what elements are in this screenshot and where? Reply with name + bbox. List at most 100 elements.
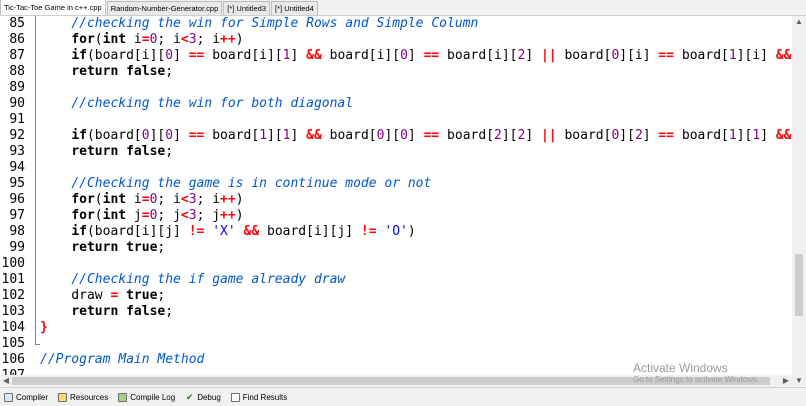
tab-compiler[interactable]: Compiler	[0, 390, 52, 405]
tab-untitled4[interactable]: [*] Untitled4	[271, 1, 318, 15]
code-token: i	[141, 48, 150, 63]
code-token: 0	[165, 48, 174, 63]
scroll-right-arrow-icon[interactable]: ▶	[780, 375, 792, 387]
code-token: ]	[760, 128, 776, 143]
code-line: //checking the win for both diagonal	[40, 96, 792, 112]
code-token: (	[94, 32, 103, 47]
code-token: ;	[165, 144, 174, 159]
tab-random-number-generator[interactable]: Random-Number-Generator.cpp	[106, 1, 223, 15]
code-line: draw = true;	[40, 288, 792, 304]
code-line: if(board[i][0] == board[i][1] && board[i…	[40, 48, 792, 64]
tab-compile-log-label: Compile Log	[130, 392, 176, 402]
code-token: ]	[407, 128, 424, 143]
line-number: 97	[9, 208, 25, 223]
code-token: ][	[501, 128, 518, 143]
line-number: 98	[9, 224, 25, 239]
code-line: for(int i=0; i<3; i++)	[40, 32, 792, 48]
code-token: return	[71, 304, 119, 319]
code-token: 1	[259, 128, 268, 143]
line-number: 86	[9, 32, 25, 47]
code-token: 0	[165, 128, 174, 143]
code-token: ]	[407, 48, 424, 63]
tab-untitled3[interactable]: [*] Untitled3	[223, 1, 271, 15]
code-token: ]	[290, 128, 307, 143]
line-number: 101	[1, 272, 25, 287]
code-token: ||	[541, 128, 557, 143]
code-token: 0	[400, 48, 408, 63]
code-token: ++	[220, 32, 236, 47]
code-token: 3	[188, 208, 197, 223]
code-token: //checking the win for Simple Rows and S…	[71, 16, 479, 31]
line-number: 100	[1, 256, 25, 271]
horizontal-scrollbar[interactable]: ◀ ▶	[0, 375, 792, 387]
code-token: return	[71, 64, 119, 79]
tab-find-results-label: Find Results	[242, 392, 288, 402]
horizontal-scroll-thumb[interactable]	[12, 377, 770, 385]
code-token: ]	[173, 48, 189, 63]
code-token: ][i]	[619, 48, 659, 63]
tab-resources[interactable]: Resources	[54, 390, 112, 405]
code-token: <	[180, 192, 189, 207]
line-number: 92	[9, 128, 25, 143]
line-number-gutter: 85 86 87 88 89 90 91 92 93 94 95 96 97 98 99 100 101 102 1…	[0, 16, 33, 375]
code-token: ; i	[157, 192, 181, 207]
tab-debug[interactable]: ✔ Debug	[181, 390, 225, 405]
code-token: true	[126, 288, 158, 303]
code-token: 1	[282, 128, 291, 143]
code-token: ][	[149, 128, 166, 143]
code-token: &&	[306, 48, 322, 63]
code-token: 'O'	[384, 224, 408, 239]
code-token: ;	[165, 304, 174, 319]
tab-find-results[interactable]: Find Results	[227, 390, 291, 405]
line-number: 107	[0, 368, 25, 375]
line-number: 85	[9, 16, 25, 31]
code-token: 2	[634, 128, 643, 143]
code-token: board[i][	[321, 48, 401, 63]
line-number: 106	[1, 352, 25, 367]
code-token: ; j	[157, 208, 181, 223]
code-token: =	[141, 32, 150, 47]
code-token: <	[180, 32, 189, 47]
tab-compile-log[interactable]: Compile Log	[114, 390, 179, 405]
code-token: board[	[674, 128, 729, 143]
line-number: 96	[9, 192, 25, 207]
line-number: 94	[9, 160, 25, 175]
code-token: if	[71, 128, 87, 143]
code-editor[interactable]: 85 86 87 88 89 90 91 92 93 94 95 96 97 98 99 100 101 102 1…	[0, 16, 792, 375]
scroll-left-arrow-icon[interactable]: ◀	[0, 375, 12, 387]
code-token: ; j	[196, 208, 221, 223]
code-token: ==	[188, 128, 205, 143]
code-token: ||	[541, 48, 557, 63]
code-token: !=	[188, 224, 205, 239]
code-token: ==	[423, 48, 440, 63]
scroll-up-arrow-icon[interactable]: ▲	[792, 16, 806, 28]
scroll-down-arrow-icon[interactable]: ▼	[792, 375, 806, 387]
vertical-scroll-thumb[interactable]	[795, 254, 803, 316]
code-token: )	[235, 208, 244, 223]
code-token: for	[71, 32, 95, 47]
code-token: (board[	[86, 128, 142, 143]
line-number: 89	[9, 80, 25, 95]
line-number: 90	[9, 96, 25, 111]
code-line: //Checking the if game already draw	[40, 272, 792, 288]
tab-tic-tac-toe[interactable]: Tic-Tac-Toe Game in c++.cpp	[0, 0, 106, 15]
vertical-scrollbar[interactable]: ▲ ▼	[792, 16, 806, 387]
compile-log-icon	[118, 392, 128, 402]
code-token: &&	[775, 48, 792, 63]
code-area[interactable]: //checking the win for Simple Rows and S…	[40, 16, 792, 375]
code-token: ]	[525, 48, 541, 63]
code-line: for(int i=0; i<3; i++)	[40, 192, 792, 208]
code-token: ==	[423, 128, 440, 143]
code-token: 0	[400, 128, 408, 143]
code-token: ==	[188, 48, 205, 63]
code-token: 0	[141, 128, 150, 143]
